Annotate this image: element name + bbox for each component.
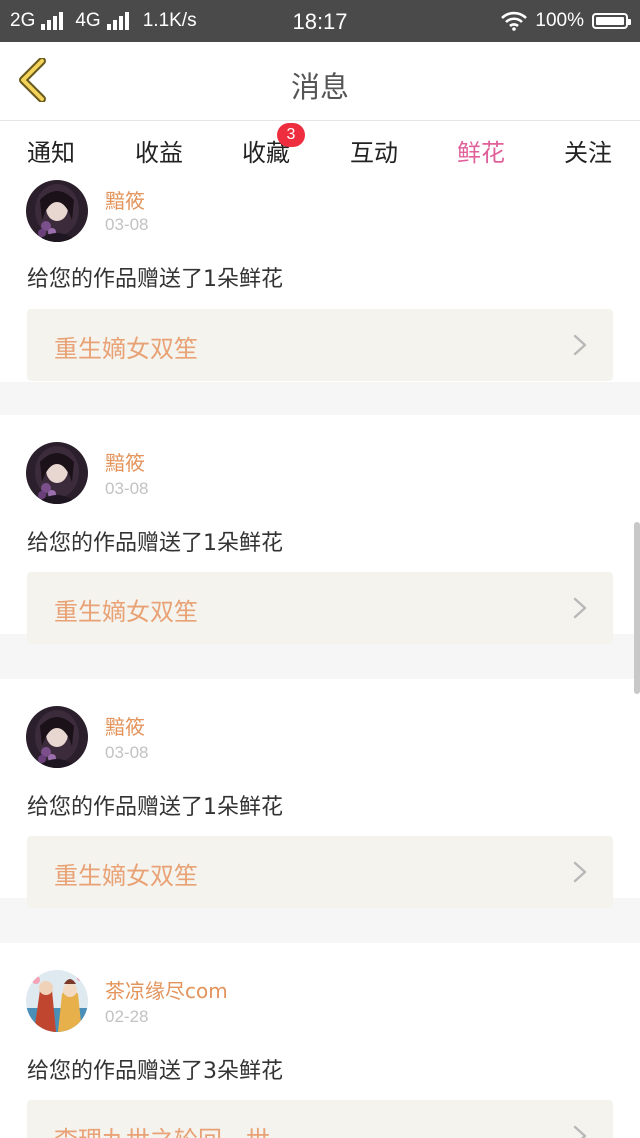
- sender-name[interactable]: 茶凉缘尽com: [105, 975, 228, 1004]
- unread-badge: 3: [277, 123, 305, 147]
- chevron-right-icon: [573, 334, 587, 356]
- work-link[interactable]: 重生嫡女双笙: [27, 309, 613, 381]
- work-link[interactable]: 重生嫡女双笙: [27, 836, 613, 908]
- avatar[interactable]: [26, 970, 88, 1032]
- notification-date: 02-28: [105, 1007, 149, 1026]
- work-title: 重生嫡女双笙: [54, 335, 198, 363]
- tab-label: 鲜花: [457, 139, 505, 167]
- work-title: 重生嫡女双笙: [54, 862, 198, 890]
- header-bar: 消息: [0, 42, 640, 121]
- notification-card: 黯筱 03-08 给您的作品赠送了1朵鲜花 重生嫡女双笙: [0, 679, 640, 908]
- notification-card: 茶凉缘尽com 02-28 给您的作品赠送了3朵鲜花 李理九世之轮回一世: [0, 943, 640, 1138]
- notification-list[interactable]: 黯筱 03-08 给您的作品赠送了1朵鲜花 重生嫡女双笙 黯筱 03-08 给您…: [0, 179, 640, 1138]
- notification-date: 03-08: [105, 743, 149, 762]
- avatar[interactable]: [26, 180, 88, 242]
- work-title: 李理九世之轮回一世: [54, 1120, 270, 1138]
- sender-name[interactable]: 黯筱: [105, 185, 145, 214]
- sender-name[interactable]: 黯筱: [105, 447, 145, 476]
- sender-name[interactable]: 黯筱: [105, 711, 145, 740]
- page-title: 消息: [290, 70, 349, 104]
- tab-flowers[interactable]: 鲜花: [436, 133, 526, 184]
- chevron-right-icon: [573, 861, 587, 883]
- notification-message: 给您的作品赠送了1朵鲜花: [27, 795, 283, 820]
- screen: 2G 4G 1.1K/s 18:17 100% 消息 通知 收益 收藏 3 互动…: [0, 0, 640, 1138]
- work-link[interactable]: 李理九世之轮回一世: [27, 1100, 613, 1138]
- tab-label: 互动: [350, 139, 398, 167]
- notification-card: 黯筱 03-08 给您的作品赠送了1朵鲜花 重生嫡女双笙: [0, 415, 640, 644]
- work-link[interactable]: 重生嫡女双笙: [27, 572, 613, 644]
- tab-earnings[interactable]: 收益: [114, 133, 204, 168]
- notification-date: 03-08: [105, 215, 149, 234]
- tab-favorites[interactable]: 收藏 3: [221, 123, 311, 168]
- tab-bar: 通知 收益 收藏 3 互动 鲜花 关注: [0, 121, 640, 184]
- tab-label: 通知: [27, 139, 75, 167]
- tab-follow[interactable]: 关注: [543, 133, 633, 168]
- notification-card: 黯筱 03-08 给您的作品赠送了1朵鲜花 重生嫡女双笙: [0, 179, 640, 382]
- notification-message: 给您的作品赠送了1朵鲜花: [27, 267, 283, 292]
- tab-interaction[interactable]: 互动: [329, 133, 419, 168]
- avatar-image: [26, 442, 88, 504]
- avatar-image: [26, 706, 88, 768]
- notification-message: 给您的作品赠送了3朵鲜花: [27, 1059, 283, 1084]
- avatar[interactable]: [26, 706, 88, 768]
- notification-message: 给您的作品赠送了1朵鲜花: [27, 531, 283, 556]
- chevron-right-icon: [573, 1125, 587, 1138]
- avatar-image: [26, 180, 88, 242]
- battery-percent: 100%: [535, 10, 584, 31]
- avatar[interactable]: [26, 442, 88, 504]
- scrollbar[interactable]: [634, 522, 640, 694]
- status-right: 100%: [501, 10, 631, 32]
- notification-date: 03-08: [105, 479, 149, 498]
- tab-label: 收益: [135, 139, 183, 167]
- avatar-image: [26, 970, 88, 1032]
- wifi-icon: [501, 11, 528, 31]
- status-bar: 2G 4G 1.1K/s 18:17 100%: [0, 0, 640, 42]
- tab-label: 关注: [564, 139, 612, 167]
- chevron-right-icon: [573, 597, 587, 619]
- battery-icon: [592, 13, 631, 29]
- tab-notice[interactable]: 通知: [6, 133, 96, 168]
- work-title: 重生嫡女双笙: [54, 598, 198, 626]
